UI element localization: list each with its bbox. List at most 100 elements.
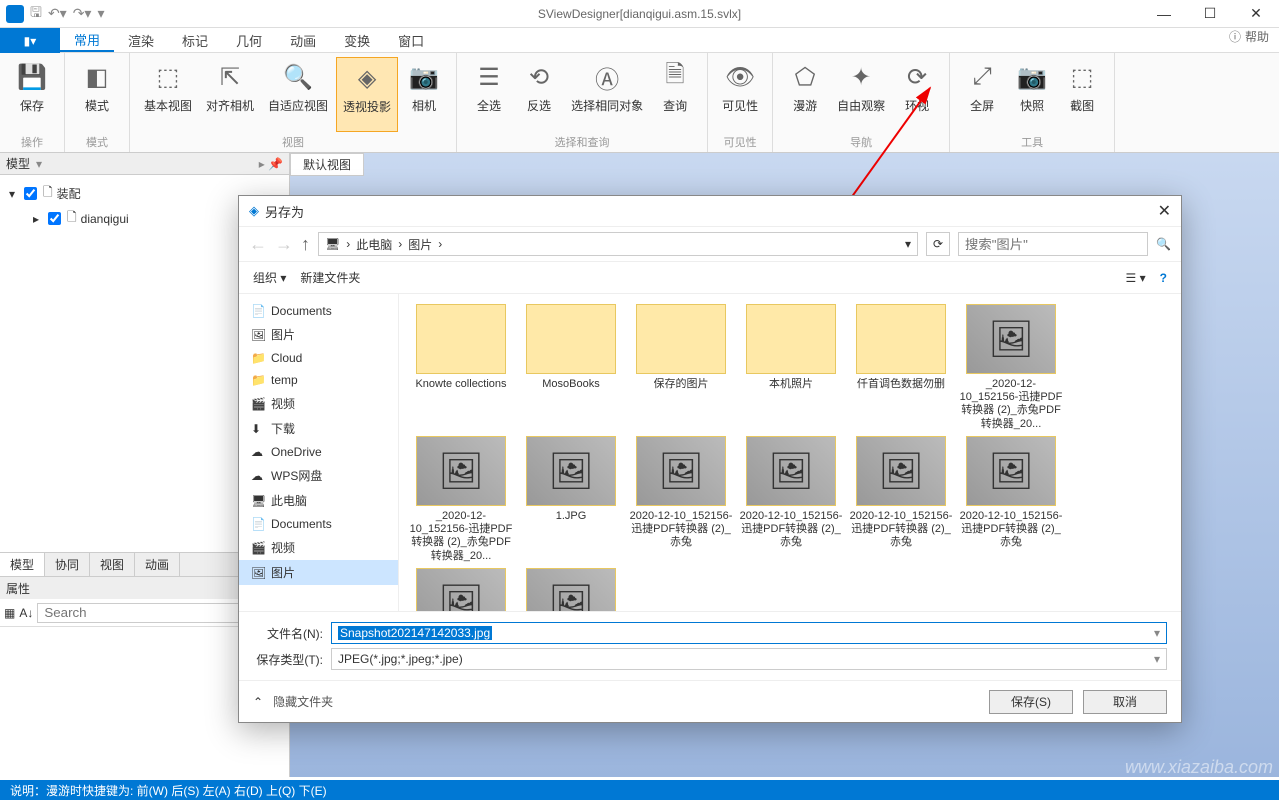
- file-item[interactable]: 🖼demo-02.jpg: [409, 568, 513, 611]
- hide-folders-link[interactable]: 隐藏文件夹: [273, 693, 333, 710]
- ribbon-btn-自由观察[interactable]: ✦自由观察: [831, 57, 891, 132]
- nav-up-icon[interactable]: ↑: [301, 234, 310, 255]
- dialog-search-input[interactable]: [958, 232, 1148, 256]
- ribbon-tab-1[interactable]: 渲染: [114, 28, 168, 52]
- dialog-titlebar: ◈ 另存为 ✕: [239, 196, 1181, 226]
- sidebar-item-WPS网盘[interactable]: ☁WPS网盘: [239, 463, 398, 488]
- sidebar-item-此电脑[interactable]: 🖥此电脑: [239, 488, 398, 513]
- file-thumb: 🖼: [526, 436, 616, 506]
- watermark: www.xiazaiba.com: [1125, 757, 1273, 778]
- sidebar-item-Documents[interactable]: 📄Documents: [239, 300, 398, 322]
- maximize-button[interactable]: ☐: [1187, 0, 1233, 28]
- ribbon-btn-选择相同对象[interactable]: Ⓐ选择相同对象: [565, 57, 649, 132]
- ribbon-btn-查询[interactable]: 🗎查询: [651, 57, 699, 132]
- file-item[interactable]: Knowte collections: [409, 304, 513, 430]
- filename-input[interactable]: Snapshot202147142033.jpg ▾: [331, 622, 1167, 644]
- close-button[interactable]: ✕: [1233, 0, 1279, 28]
- file-menu[interactable]: ▮▾: [0, 28, 60, 53]
- panel-tab-动画[interactable]: 动画: [135, 553, 180, 576]
- file-item[interactable]: 🖼2020-12-10_152156-迅捷PDF转换器 (2)_赤兔: [739, 436, 843, 562]
- sidebar-item-图片[interactable]: 🖼图片: [239, 322, 398, 347]
- ribbon-btn-对齐相机[interactable]: ⇱对齐相机: [200, 57, 260, 132]
- viewport-tab[interactable]: 默认视图: [290, 153, 364, 176]
- ribbon-btn-全屏[interactable]: ⤢全屏: [958, 57, 1006, 132]
- sidebar-item-Documents[interactable]: 📄Documents: [239, 513, 398, 535]
- file-item[interactable]: 本机照片: [739, 304, 843, 430]
- ribbon-btn-快照[interactable]: 📷快照: [1008, 57, 1056, 132]
- save-button[interactable]: 保存(S): [989, 690, 1073, 714]
- props-sort-icon[interactable]: A↓: [19, 606, 33, 620]
- panel-tab-协同[interactable]: 协同: [45, 553, 90, 576]
- cancel-button[interactable]: 取消: [1083, 690, 1167, 714]
- tree-root-checkbox[interactable]: [24, 187, 37, 200]
- file-item[interactable]: MosoBooks: [519, 304, 623, 430]
- filetype-select[interactable]: JPEG(*.jpg;*.jpeg;*.jpe) ▾: [331, 648, 1167, 670]
- nav-forward-icon[interactable]: →: [275, 234, 293, 255]
- dialog-icon: ◈: [249, 203, 259, 219]
- panel-tab-视图[interactable]: 视图: [90, 553, 135, 576]
- ribbon-btn-相机[interactable]: 📷相机: [400, 57, 448, 132]
- file-item[interactable]: 🖼_2020-12-10_152156-迅捷PDF转换器 (2)_赤兔PDF转换…: [959, 304, 1063, 430]
- file-thumb: 🖼: [416, 436, 506, 506]
- search-icon: 🔍: [1156, 237, 1171, 251]
- new-folder-button[interactable]: 新建文件夹: [300, 269, 360, 286]
- refresh-button[interactable]: ⟳: [926, 232, 950, 256]
- file-item[interactable]: 🖼2020-12-10_152156-迅捷PDF转换器 (2)_赤兔: [629, 436, 733, 562]
- ribbon-icon: 🗎: [659, 61, 691, 93]
- ribbon-btn-可见性[interactable]: 👁可见性: [716, 57, 764, 132]
- dialog-help-icon[interactable]: ?: [1160, 271, 1167, 285]
- ribbon-btn-全选[interactable]: ☰全选: [465, 57, 513, 132]
- props-grid-icon[interactable]: ▦: [4, 606, 15, 620]
- file-item[interactable]: 保存的图片: [629, 304, 733, 430]
- tree-child-checkbox[interactable]: [48, 212, 61, 225]
- view-menu[interactable]: ☰ ▾: [1126, 271, 1146, 285]
- ribbon-tab-5[interactable]: 变换: [330, 28, 384, 52]
- nav-back-icon[interactable]: ←: [249, 234, 267, 255]
- ribbon-btn-漫游[interactable]: ⬠漫游: [781, 57, 829, 132]
- ribbon-tab-3[interactable]: 几何: [222, 28, 276, 52]
- ribbon-icon: 👁: [724, 61, 756, 93]
- ribbon-btn-透视投影[interactable]: ◈透视投影: [336, 57, 398, 132]
- minimize-button[interactable]: —: [1141, 0, 1187, 28]
- sidebar-item-temp[interactable]: 📁temp: [239, 369, 398, 391]
- ribbon-btn-保存[interactable]: 💾保存: [8, 57, 56, 132]
- toggle-folders-icon[interactable]: ⌃: [253, 695, 263, 709]
- file-item[interactable]: 🖼demo-08.jpg: [519, 568, 623, 611]
- undo-icon[interactable]: ↶▾: [48, 5, 67, 22]
- file-item[interactable]: 🖼2020-12-10_152156-迅捷PDF转换器 (2)_赤兔: [849, 436, 953, 562]
- ribbon-icon: ⤢: [966, 61, 998, 93]
- file-thumb: [746, 304, 836, 374]
- dialog-close-button[interactable]: ✕: [1158, 201, 1171, 221]
- sidebar-item-Cloud[interactable]: 📁Cloud: [239, 347, 398, 369]
- ribbon-btn-模式[interactable]: ◧模式: [73, 57, 121, 132]
- dialog-file-grid[interactable]: Knowte collectionsMosoBooks保存的图片本机照片仟首调色…: [399, 294, 1181, 611]
- file-item[interactable]: 🖼_2020-12-10_152156-迅捷PDF转换器 (2)_赤兔PDF转换…: [409, 436, 513, 562]
- ribbon-btn-环视[interactable]: ⟳环视: [893, 57, 941, 132]
- ribbon-tab-0[interactable]: 常用: [60, 28, 114, 52]
- sidebar-item-视频[interactable]: 🎬视频: [239, 391, 398, 416]
- redo-icon[interactable]: ↷▾: [73, 5, 92, 22]
- ribbon-btn-基本视图[interactable]: ⬚基本视图: [138, 57, 198, 132]
- help-button[interactable]: ⓘ 帮助: [1229, 28, 1269, 45]
- sidebar-item-视频[interactable]: 🎬视频: [239, 535, 398, 560]
- ribbon-btn-截图[interactable]: ⬚截图: [1058, 57, 1106, 132]
- sidebar-item-OneDrive[interactable]: ☁OneDrive: [239, 441, 398, 463]
- qat-save-icon[interactable]: 🖫: [30, 2, 42, 26]
- ribbon-icon: ⇱: [214, 61, 246, 93]
- ribbon-tab-2[interactable]: 标记: [168, 28, 222, 52]
- ribbon-tab-6[interactable]: 窗口: [384, 28, 438, 52]
- organize-menu[interactable]: 组织 ▾: [253, 269, 286, 286]
- ribbon-icon: 📷: [408, 61, 440, 93]
- pin-icon[interactable]: ▸ 📌: [259, 157, 283, 171]
- ribbon-btn-自适应视图[interactable]: 🔍自适应视图: [262, 57, 334, 132]
- file-item[interactable]: 🖼2020-12-10_152156-迅捷PDF转换器 (2)_赤兔: [959, 436, 1063, 562]
- ribbon-btn-反选[interactable]: ⟲反选: [515, 57, 563, 132]
- breadcrumb[interactable]: 🖥 › 此电脑 › 图片 › ▾: [318, 232, 918, 256]
- sidebar-item-下载[interactable]: ⬇下载: [239, 416, 398, 441]
- qat-dropdown-icon[interactable]: ▾: [97, 5, 104, 22]
- file-item[interactable]: 仟首调色数据勿删: [849, 304, 953, 430]
- sidebar-item-图片[interactable]: 🖼图片: [239, 560, 398, 585]
- panel-tab-模型[interactable]: 模型: [0, 553, 45, 576]
- ribbon-tab-4[interactable]: 动画: [276, 28, 330, 52]
- file-item[interactable]: 🖼1.JPG: [519, 436, 623, 562]
